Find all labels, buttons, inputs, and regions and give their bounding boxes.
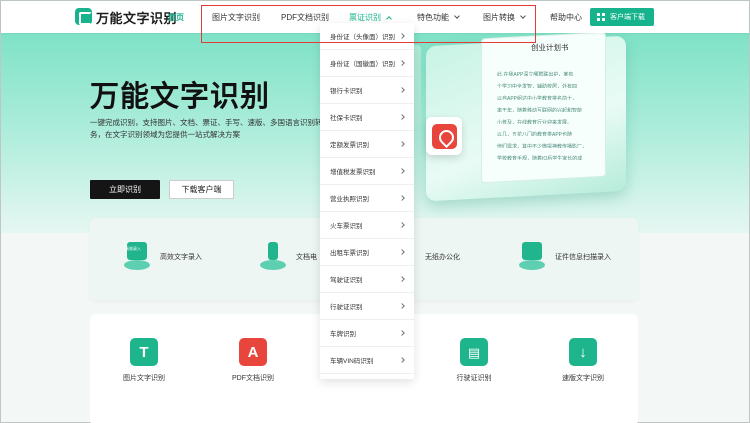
download-client-button[interactable]: 下载客户端: [169, 180, 234, 199]
tool-label: 速版文字识别: [562, 375, 604, 382]
id-scan-icon: [515, 240, 549, 274]
nav-ticket-ocr[interactable]: 票证识别: [349, 12, 392, 23]
menu-item-bank-card[interactable]: 银行卡识别: [320, 77, 414, 104]
chevron-right-icon: [399, 330, 405, 336]
plan-line: 以自APP组达中小学教育排名前十，: [497, 96, 578, 100]
feature-label: 证件信息扫描录入: [555, 254, 611, 261]
tool-label: PDF文档识别: [232, 375, 274, 382]
chevron-down-icon: [454, 13, 460, 19]
chevron-right-icon: [399, 33, 405, 39]
chevron-right-icon: [399, 87, 405, 93]
feature-item: 文档电: [256, 240, 317, 274]
brand-name[interactable]: 万能文字识别: [96, 8, 177, 27]
chevron-right-icon: [399, 114, 405, 120]
feature-item: 证件信息扫描录入: [515, 240, 611, 274]
efficient-input-icon: 高效录入: [120, 240, 154, 274]
plan-line: 他们需求，其中不少微提神教传播影厂，: [497, 144, 588, 148]
document-icon: [256, 240, 290, 274]
chevron-right-icon: [399, 222, 405, 228]
id-card-icon: ▤: [460, 338, 488, 366]
chevron-up-icon: [386, 16, 392, 22]
download-arrow-icon: ↓: [569, 338, 597, 366]
tool-label: 图片文字识别: [123, 375, 165, 382]
chevron-right-icon: [399, 168, 405, 174]
menu-item-business-license[interactable]: 营业执照识别: [320, 185, 414, 212]
nav-image-convert[interactable]: 图片转换: [483, 12, 526, 23]
menu-item-vehicle-license[interactable]: 行驶证识别: [320, 293, 414, 320]
menu-item-social-security-card[interactable]: 社保卡识别: [320, 104, 414, 131]
chevron-right-icon: [399, 60, 405, 66]
menu-item-license-plate[interactable]: 车牌识别: [320, 320, 414, 347]
nav-special-features[interactable]: 特色功能: [417, 12, 460, 23]
chevron-down-icon: [520, 13, 526, 19]
tool-quick-ocr[interactable]: ↓ 速版文字识别: [548, 338, 618, 383]
plan-line: 个学习中全发智，辅助校居，外有四: [497, 84, 578, 88]
client-download-button[interactable]: 客户端下载: [590, 8, 654, 26]
nav-pdf-ocr[interactable]: PDF文档识别: [281, 12, 329, 23]
menu-item-train-ticket[interactable]: 火车票识别: [320, 212, 414, 239]
menu-item-vin-code[interactable]: 车辆VIN码识别: [320, 347, 414, 374]
plan-line: 小普及，在线教育行业迎来发展。: [497, 120, 573, 124]
menu-item-driver-license[interactable]: 驾驶证识别: [320, 266, 414, 293]
help-center-link[interactable]: 帮助中心: [550, 12, 582, 23]
business-plan-title: 创业计划书: [531, 43, 569, 52]
feature-item: 高效录入 高效文字录入: [120, 240, 202, 274]
pdf-icon: [431, 123, 457, 149]
ticket-ocr-dropdown-menu: 身份证（头像面）识别 身份证（国徽面）识别 银行卡识别 社保卡识别 定额发票识别…: [320, 23, 414, 379]
tool-driving-license-ocr[interactable]: ▤ 行驶证识别: [439, 338, 509, 383]
plan-line: 此,在我APP深立哪群联出护，某有: [497, 72, 574, 76]
menu-item-id-card-front[interactable]: 身份证（头像面）识别: [320, 23, 414, 50]
menu-item-taxi-ticket[interactable]: 出租车票识别: [320, 239, 414, 266]
menu-item-id-card-back[interactable]: 身份证（国徽面）识别: [320, 50, 414, 77]
start-ocr-button[interactable]: 立即识别: [90, 180, 160, 199]
chevron-right-icon: [399, 249, 405, 255]
hero-title: 万能文字识别: [90, 81, 271, 113]
tool-label: 行驶证识别: [456, 375, 492, 382]
pdf-card: [426, 117, 462, 155]
chevron-right-icon: [399, 276, 405, 282]
plan-line: 以几，五花八门的教育类APP也随: [497, 132, 573, 136]
logo-icon[interactable]: [75, 8, 92, 25]
tool-image-ocr[interactable]: T 图片文字识别: [109, 338, 179, 383]
feature-label: 高效文字录入: [160, 254, 202, 261]
feature-label: 无纸办公化: [425, 254, 460, 261]
hero-description: 一键完成识别，支持图片、文档、票证、手写、速版、多国语言识别转换服务，在文字识别…: [90, 118, 338, 139]
chevron-right-icon: [399, 303, 405, 309]
tool-pdf-ocr[interactable]: A PDF文档识别: [218, 338, 288, 383]
text-t-icon: T: [130, 338, 158, 366]
windows-icon: [597, 13, 605, 21]
feature-badge: 高效录入: [125, 246, 141, 251]
plan-line: 率于年，随着移动互联网的兴起和智能: [497, 108, 583, 112]
chevron-right-icon: [399, 357, 405, 363]
nav-image-ocr[interactable]: 图片文字识别: [212, 12, 260, 23]
pdf-icon: A: [239, 338, 267, 366]
menu-item-quota-invoice[interactable]: 定额发票识别: [320, 131, 414, 158]
menu-item-vat-invoice[interactable]: 增值税发票识别: [320, 158, 414, 185]
plan-line: 学校教育手规，随着IO后学生家长的成: [497, 156, 583, 160]
chevron-right-icon: [399, 195, 405, 201]
chevron-right-icon: [399, 141, 405, 147]
feature-label: 文档电: [296, 254, 317, 261]
nav-home[interactable]: 首页: [168, 12, 184, 23]
